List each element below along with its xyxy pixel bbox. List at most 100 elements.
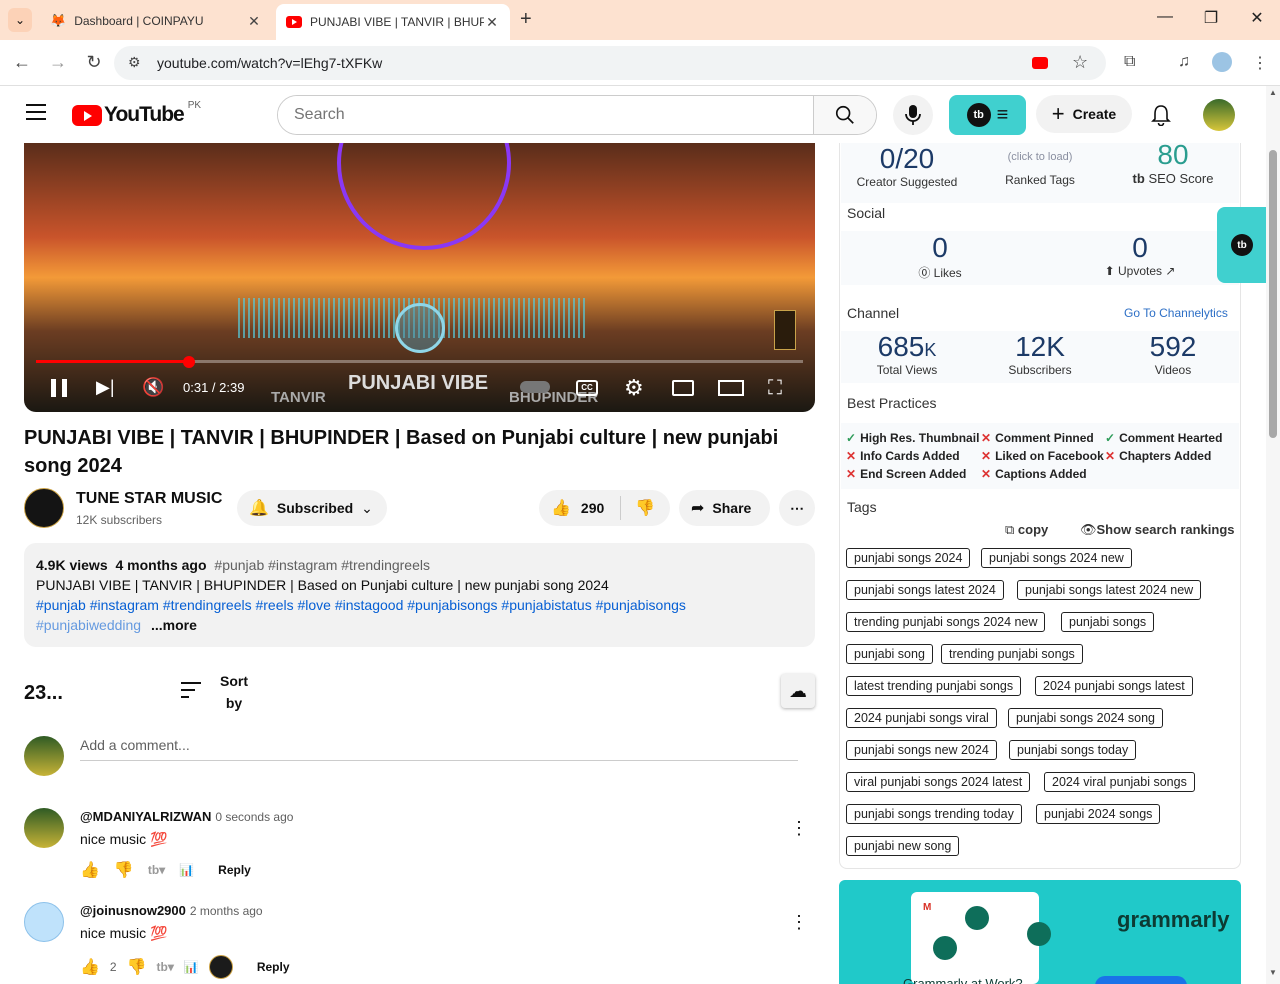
tag-chip[interactable]: punjabi songs	[1061, 612, 1155, 632]
fullscreen-icon[interactable]: ⛶	[768, 377, 782, 400]
tag-chip[interactable]: trending punjabi songs	[941, 644, 1083, 664]
description-hashtags-2[interactable]: #punjabiwedding	[36, 617, 141, 633]
tag-chip[interactable]: punjabi songs 2024	[846, 548, 971, 568]
tab-youtube[interactable]: PUNJABI VIBE | TANVIR | BHUPINDER ✕	[276, 4, 510, 40]
tag-chip[interactable]: punjabi 2024 songs	[1036, 804, 1161, 824]
notifications-button[interactable]	[1141, 95, 1181, 135]
hashtags-top[interactable]: #punjab #instagram #trendingreels	[214, 557, 430, 573]
ranked-tags-stat[interactable]: (click to load) Ranked Tags	[975, 151, 1105, 187]
tag-chip[interactable]: trending punjabi songs 2024 new	[846, 612, 1046, 632]
reply-button[interactable]: Reply	[257, 960, 290, 974]
hamburger-menu-icon[interactable]	[26, 104, 46, 120]
ad-cta-button[interactable]	[1095, 976, 1187, 984]
tubebuddy-icon[interactable]: tb▾	[157, 960, 174, 974]
restore-button[interactable]: ❐	[1191, 8, 1231, 28]
extensions-icon[interactable]: ⧉	[1124, 53, 1135, 71]
back-button[interactable]: ←	[10, 52, 34, 73]
tag-chip[interactable]: punjabi songs today	[1009, 740, 1137, 760]
tag-chip[interactable]: punjabi songs trending today	[846, 804, 1022, 824]
site-info-icon[interactable]: ⚙	[128, 54, 141, 71]
show-rankings-button[interactable]: 👁Show search rankings	[1080, 522, 1235, 538]
scroll-down-arrow[interactable]: ▼	[1269, 968, 1277, 977]
search-button[interactable]	[813, 96, 876, 134]
comment-menu-icon[interactable]: ⋮	[790, 912, 808, 933]
forward-button[interactable]: →	[46, 52, 70, 73]
voice-search-button[interactable]	[893, 95, 933, 135]
creator-suggested-stat[interactable]: 0/20 Creator Suggested	[842, 143, 972, 189]
tab-search-button[interactable]: ⌄	[8, 8, 32, 32]
upvotes-stat[interactable]: 0 ⬆ Upvotes ↗	[1075, 232, 1205, 278]
media-icon[interactable]: ♫	[1178, 53, 1190, 71]
new-tab-button[interactable]: +	[520, 8, 532, 31]
minimize-button[interactable]: —	[1145, 8, 1185, 26]
create-button[interactable]: + Create	[1036, 95, 1132, 133]
reload-button[interactable]: ↻	[82, 52, 106, 73]
description-box[interactable]: 4.9K views 4 months ago #punjab #instagr…	[24, 543, 815, 647]
channel-avatar[interactable]	[24, 488, 64, 528]
captions-icon[interactable]: CC	[576, 380, 598, 396]
reply-button[interactable]: Reply	[218, 863, 251, 877]
tag-chip[interactable]: punjabi songs new 2024	[846, 740, 997, 760]
thumbs-down-icon[interactable]: 👎	[114, 860, 134, 880]
commenter-avatar[interactable]	[24, 902, 64, 942]
next-icon[interactable]: ▶|	[96, 377, 115, 398]
tag-chip[interactable]: 2024 punjabi songs latest	[1035, 676, 1193, 696]
play-overlay-icon[interactable]	[395, 303, 445, 353]
dislike-button[interactable]: 👎	[621, 498, 655, 518]
stats-icon[interactable]: 📊	[184, 960, 199, 974]
subscribed-button[interactable]: 🔔 Subscribed ⌄	[237, 490, 387, 526]
close-window-button[interactable]: ✕	[1237, 8, 1277, 28]
close-icon[interactable]: ✕	[484, 14, 500, 31]
tubebuddy-side-tab[interactable]: tb	[1217, 207, 1267, 283]
tag-chip[interactable]: viral punjabi songs 2024 latest	[846, 772, 1031, 792]
tag-chip[interactable]: punjabi new song	[846, 836, 960, 856]
menu-kebab-icon[interactable]: ⋮	[1252, 53, 1268, 73]
sort-icon[interactable]	[181, 682, 201, 698]
tab-coinpayu[interactable]: 🦊 Dashboard | COINPAYU ✕	[40, 6, 272, 36]
description-hashtags[interactable]: #punjab #instagram #trendingreels #reels…	[36, 595, 803, 615]
star-icon[interactable]: ☆	[1072, 52, 1088, 73]
like-button[interactable]: 👍 290	[539, 496, 621, 520]
more-actions-button[interactable]: ⋯	[779, 490, 815, 526]
theater-mode-icon[interactable]	[718, 380, 744, 396]
youtube-logo[interactable]: YouTube PK	[72, 100, 201, 127]
page-scrollbar[interactable]: ▲ ▼	[1266, 86, 1280, 984]
commenter-avatar[interactable]	[24, 808, 64, 848]
share-button[interactable]: ➦ Share	[679, 490, 770, 526]
tag-chip[interactable]: punjabi songs latest 2024 new	[1017, 580, 1202, 600]
muted-icon[interactable]: 🔇	[142, 377, 164, 398]
settings-gear-icon[interactable]: ⚙	[624, 375, 644, 401]
scrollbar-thumb[interactable]	[1269, 150, 1277, 438]
thumbs-up-icon[interactable]: 👍	[80, 957, 100, 977]
seo-score-stat[interactable]: 80 tb SEO Score	[1108, 139, 1238, 186]
omnibox[interactable]: ⚙ youtube.com/watch?v=lEhg7-tXFKw ☆	[114, 46, 1106, 80]
comment-author[interactable]: @MDANIYALRIZWAN 0 seconds ago	[80, 809, 293, 824]
stats-icon[interactable]: 📊	[179, 863, 194, 877]
add-comment-input[interactable]: Add a comment...	[80, 737, 798, 761]
show-more-link[interactable]: ...more	[151, 617, 197, 633]
tag-chip[interactable]: punjabi songs 2024 song	[1008, 708, 1164, 728]
close-icon[interactable]: ✕	[246, 13, 262, 30]
autoplay-toggle[interactable]	[520, 381, 550, 393]
channel-name[interactable]: TUNE STAR MUSIC	[76, 490, 222, 508]
tag-chip[interactable]: punjabi songs 2024 new	[981, 548, 1132, 568]
tag-chip[interactable]: punjabi song	[846, 644, 933, 664]
thumbs-up-icon[interactable]: 👍	[80, 860, 100, 880]
progress-scrubber[interactable]	[183, 356, 195, 368]
comment-menu-icon[interactable]: ⋮	[790, 818, 808, 839]
search-input[interactable]	[278, 96, 814, 134]
pause-icon[interactable]	[51, 379, 67, 397]
scroll-up-arrow[interactable]: ▲	[1269, 88, 1277, 97]
tag-chip[interactable]: 2024 punjabi songs viral	[846, 708, 997, 728]
account-avatar[interactable]	[1203, 99, 1235, 131]
miniplayer-icon[interactable]	[672, 380, 694, 396]
sort-by-button[interactable]: Sort by	[220, 670, 248, 714]
tag-chip[interactable]: latest trending punjabi songs	[846, 676, 1022, 696]
tubebuddy-icon[interactable]: tb▾	[148, 863, 165, 877]
cloud-tool-button[interactable]: ☁	[781, 674, 815, 708]
tag-chip[interactable]: punjabi songs latest 2024	[846, 580, 1004, 600]
thumbs-down-icon[interactable]: 👎	[127, 957, 147, 977]
tubebuddy-menu-button[interactable]: tb ≡	[949, 95, 1026, 135]
channelytics-link[interactable]: Go To Channelytics	[1124, 306, 1228, 320]
youtube-icon[interactable]	[1032, 57, 1048, 69]
